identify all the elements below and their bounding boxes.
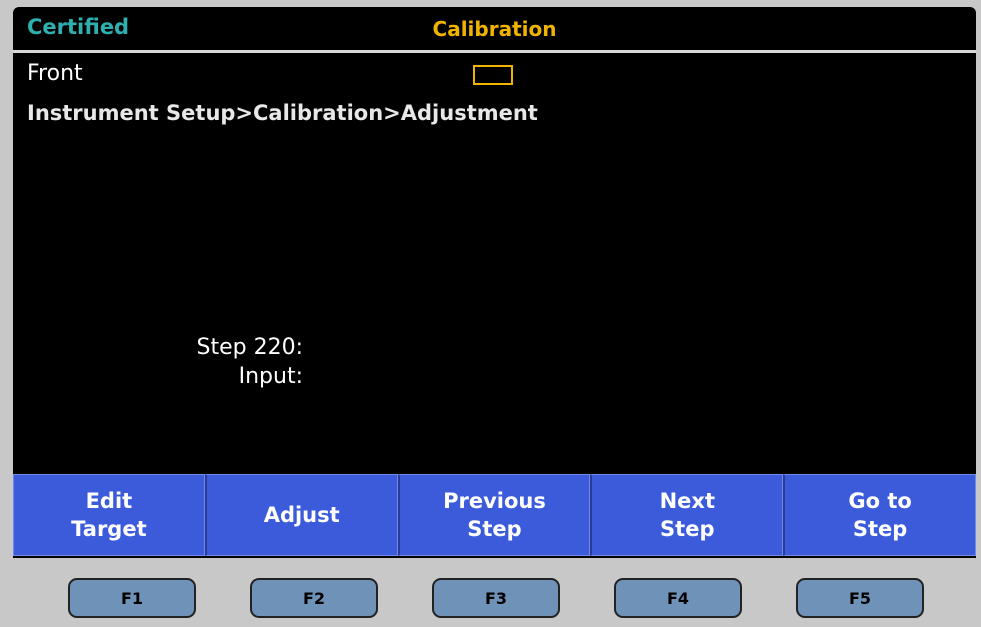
go-to-step-softkey[interactable]: Go to Step <box>783 474 976 556</box>
f1-button[interactable]: F1 <box>68 578 196 618</box>
adjust-softkey[interactable]: Adjust <box>204 474 398 556</box>
softkey-bar: Edit Target Adjust Previous Step Next St… <box>13 474 976 558</box>
step-label: Step 220: <box>196 335 304 360</box>
f2-button[interactable]: F2 <box>250 578 378 618</box>
f4-button[interactable]: F4 <box>614 578 742 618</box>
terminal-label: Front <box>27 61 83 86</box>
status-bar: Certified Calibration <box>13 7 976 53</box>
input-label: Input: <box>238 364 303 389</box>
function-key-row: F1 F2 F3 F4 F5 <box>0 578 981 620</box>
f3-button[interactable]: F3 <box>432 578 560 618</box>
breadcrumb: Instrument Setup>Calibration>Adjustment <box>27 101 538 125</box>
next-step-softkey[interactable]: Next Step <box>590 474 784 556</box>
terminal-indicator-icon <box>473 65 513 85</box>
screen-title: Calibration <box>432 17 557 41</box>
edit-target-softkey[interactable]: Edit Target <box>13 474 205 556</box>
instrument-display: Certified Calibration Front Instrument S… <box>13 7 976 558</box>
f5-button[interactable]: F5 <box>796 578 924 618</box>
previous-step-softkey[interactable]: Previous Step <box>397 474 591 556</box>
